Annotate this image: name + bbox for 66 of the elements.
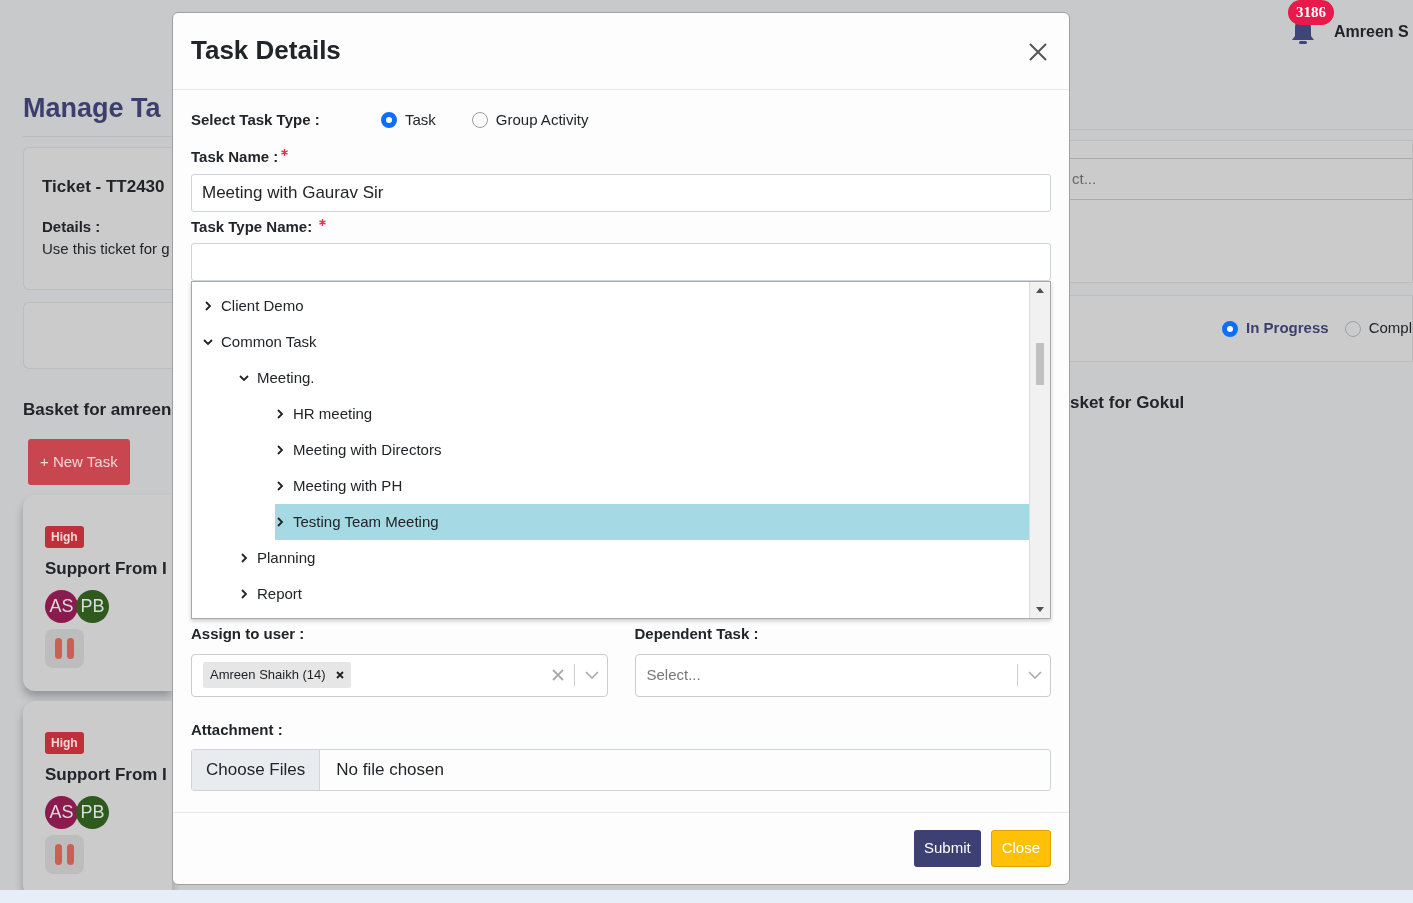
priority-badge: High [45, 526, 84, 548]
required-icon [281, 149, 289, 156]
select-placeholder: ct... [1072, 168, 1098, 189]
field-label: Assign to user : [191, 624, 306, 644]
avatar: AS [45, 795, 78, 829]
scrollbar-thumb [1036, 343, 1044, 385]
task-type-radio[interactable]: Task [381, 108, 436, 132]
chevron-down-icon [584, 671, 599, 679]
details-text: Use this ticket for g [42, 239, 171, 259]
task-type-radio[interactable]: Group Activity [471, 108, 589, 132]
status-radio[interactable]: Compl [1344, 317, 1412, 340]
basket-title: sket for Gokul [1070, 392, 1186, 414]
user-tag: Amreen Shaikh (14) [203, 662, 351, 688]
tree-item[interactable]: Report [239, 576, 1029, 612]
chevron-right-icon [275, 409, 285, 419]
basket-title: Basket for amreen [23, 399, 172, 421]
priority-badge: High [45, 732, 84, 754]
chevron-down-icon [1028, 671, 1042, 679]
notification-count: 3186 [1288, 0, 1334, 25]
ticket-title: Ticket - TT2430 [42, 176, 166, 198]
chevron-right-icon [275, 481, 285, 491]
task-type-input[interactable] [191, 243, 1051, 281]
field-label: Task Type Name: [191, 215, 1051, 238]
scroll-down-icon [1036, 607, 1044, 612]
chevron-down-icon [203, 337, 213, 347]
chevron-right-icon [239, 553, 249, 563]
tree-item[interactable]: Testing Team Meeting [275, 504, 1029, 540]
tree-item[interactable]: Client Demo [203, 288, 1029, 324]
assign-select[interactable]: Amreen Shaikh (14) [191, 653, 608, 697]
task-title: Support From I [45, 764, 168, 786]
dependent-select[interactable]: Select... [634, 653, 1051, 697]
required-icon [319, 218, 327, 226]
submit-button[interactable]: Submit [913, 830, 981, 867]
task-title: Support From I [45, 558, 168, 580]
tree-item[interactable]: Meeting. [239, 360, 1029, 396]
tree-item[interactable]: Planning [239, 540, 1029, 576]
chevron-right-icon [275, 445, 285, 455]
clear-icon [551, 669, 564, 681]
avatar: PB [76, 589, 109, 623]
field-label: Attachment : [191, 719, 284, 740]
tree-item[interactable]: HR meeting [275, 396, 1029, 432]
pause-button[interactable] [45, 628, 84, 668]
chevron-right-icon [275, 517, 285, 527]
file-input[interactable]: Choose Files No file chosen [191, 749, 1051, 791]
avatar: PB [76, 795, 109, 829]
status-radio[interactable]: In Progress [1222, 317, 1329, 340]
tree-item[interactable]: Common Task [203, 324, 1029, 360]
pause-button[interactable] [45, 834, 84, 874]
details-label: Details : [42, 216, 102, 237]
remove-icon [335, 671, 344, 679]
scroll-up-icon [1036, 288, 1044, 293]
user-name: Amreen S [1334, 22, 1409, 42]
field-label: Select Task Type : [191, 109, 321, 130]
close-icon [1029, 42, 1047, 61]
chevron-down-icon [239, 373, 249, 383]
chevron-right-icon [239, 589, 249, 599]
field-label: Dependent Task : [634, 624, 760, 644]
select-field[interactable]: ct... [1070, 158, 1412, 200]
tree-item[interactable]: Meeting with Directors [275, 432, 1029, 468]
dialog-title: Task Details [191, 35, 341, 67]
avatar: AS [45, 589, 78, 623]
task-name-input[interactable]: Meeting with Gaurav Sir [191, 173, 1051, 212]
chevron-right-icon [203, 301, 213, 311]
field-label: Task Name : [191, 146, 1051, 169]
page-title: Manage Ta [23, 92, 162, 125]
tree-item[interactable]: Meeting with PH [275, 468, 1029, 504]
